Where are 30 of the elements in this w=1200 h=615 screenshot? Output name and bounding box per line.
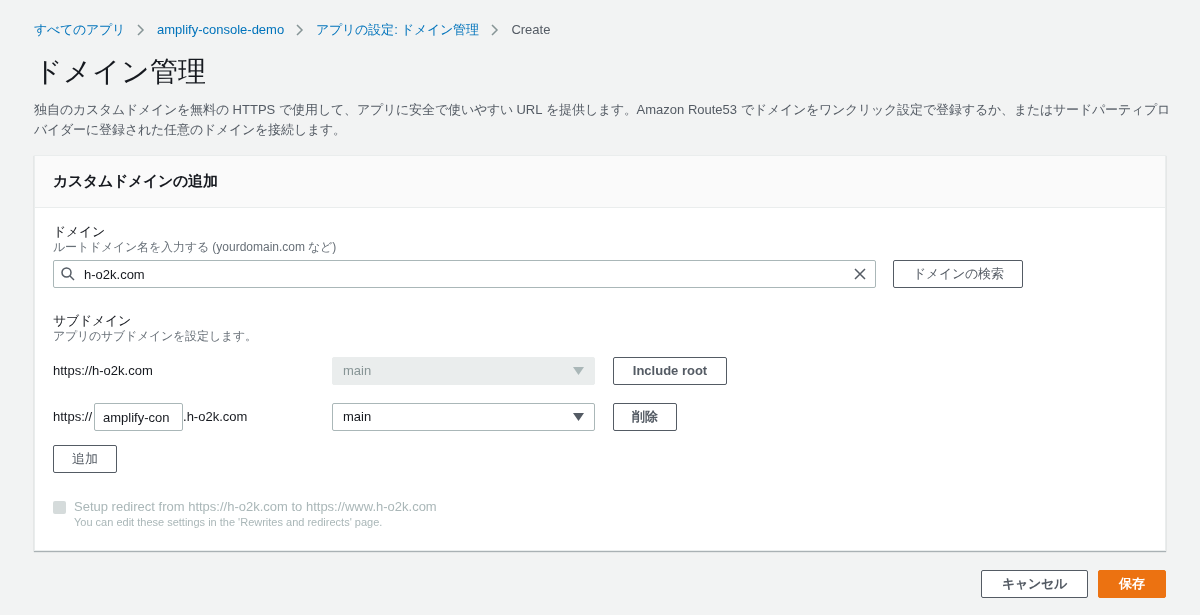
redirect-label: Setup redirect from https://h-o2k.com to https://www.h-o2k.com xyxy=(74,499,437,515)
subdomain-input[interactable]: amplify-con xyxy=(94,403,184,431)
breadcrumb-current: Create xyxy=(511,21,551,40)
page-title: ドメイン管理 xyxy=(34,55,207,89)
url-suffix-text: .h-o2k.com xyxy=(183,408,248,427)
redirect-hint: You can edit these settings in the 'Rewrites and redirects' page. xyxy=(74,515,384,529)
subdomain-hint: アプリのサブドメインを設定します。 xyxy=(53,329,258,343)
domain-label: ドメイン xyxy=(53,224,106,240)
add-button[interactable]: 追加 xyxy=(53,445,117,473)
clear-icon[interactable] xyxy=(854,268,866,280)
root-url-text: https://h-o2k.com xyxy=(53,362,153,381)
caret-icon xyxy=(573,413,584,421)
chevron-right-icon xyxy=(491,24,500,36)
domain-search-button[interactable]: ドメインの検索 xyxy=(893,260,1023,288)
caret-icon xyxy=(573,367,584,375)
page-description: 独自のカスタムドメインを無料の HTTPS で使用して、アプリに安全で使いやすい URL を提供します。Amazon Route53 でドメインをワンクリック設定で登録するか、またはサードパーティプロバイダーに登録された任意のドメインを接続します。 xyxy=(34,101,1171,139)
breadcrumb-link[interactable]: amplify-console-demo xyxy=(157,20,285,40)
chevron-right-icon xyxy=(296,24,305,36)
subdomain-label: サブドメイン xyxy=(53,313,132,329)
chevron-right-icon xyxy=(137,24,145,36)
breadcrumb-link[interactable]: すべてのアプリ xyxy=(34,20,125,40)
delete-button[interactable]: 削除 xyxy=(613,403,677,431)
cancel-button[interactable]: キャンセル xyxy=(981,570,1088,598)
search-icon xyxy=(61,267,75,281)
branch-select[interactable]: main xyxy=(332,403,595,431)
domain-search-field[interactable]: h-o2k.com xyxy=(53,260,876,288)
url-prefix-text: https:// xyxy=(53,408,93,427)
card-title: カスタムドメインの追加 xyxy=(53,171,218,192)
breadcrumb-link[interactable]: アプリの設定: ドメイン管理 xyxy=(316,20,480,40)
domain-hint: ルートドメイン名を入力する (yourdomain.com など) xyxy=(53,240,338,254)
